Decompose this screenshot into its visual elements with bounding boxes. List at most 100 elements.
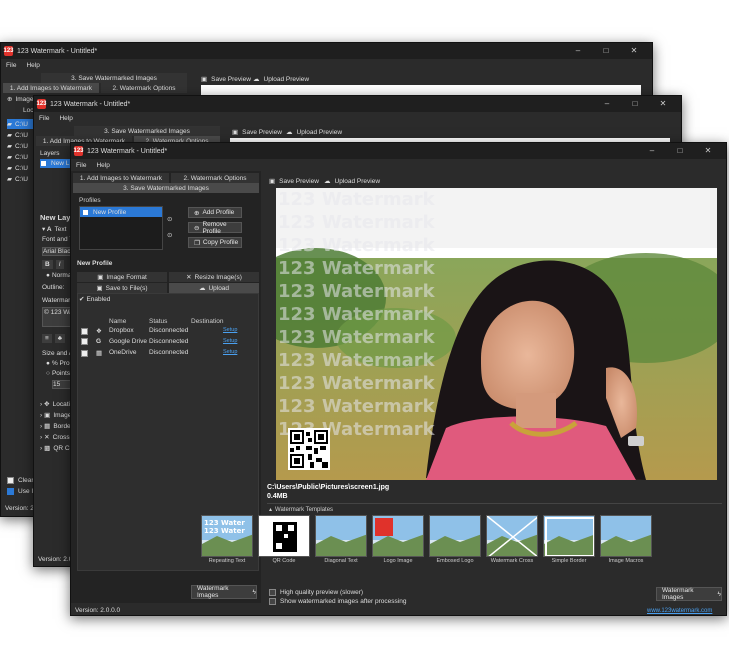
layer-item[interactable]: New L [40,159,74,168]
save-icon: ▣ [96,285,103,292]
section-move[interactable]: › ✥ Locati [40,400,70,409]
align-center-icon[interactable]: ♣ [54,334,66,343]
close-icon[interactable]: ✕ [694,143,722,159]
app-logo-icon: 123 [73,146,84,156]
divider [267,503,722,504]
menu-file[interactable]: File [34,115,54,122]
row-checkbox[interactable] [81,349,88,357]
tab-save[interactable]: 3. Save Watermarked Images [41,73,187,83]
watermark-images-button-2[interactable]: Watermark Images ϟ [656,587,722,601]
maximize-icon[interactable]: □ [592,43,620,59]
website-link[interactable]: www.123watermark.com [647,608,712,614]
radio-icon: ● [46,360,50,367]
menu-file[interactable]: File [71,162,91,169]
save-preview-button[interactable]: ▣ Save Preview [201,75,251,84]
menu-help[interactable]: Help [21,62,44,69]
font-select[interactable]: Arial Black [42,247,74,256]
template-thumbnail[interactable] [486,515,538,557]
italic-icon[interactable]: I [55,260,64,269]
save-preview-button[interactable]: ▣ Save Preview [232,128,282,137]
close-icon[interactable]: ✕ [649,96,677,112]
move-up-icon[interactable]: ⊙ [167,215,172,223]
menu-file[interactable]: File [1,62,21,69]
tab-options[interactable]: 2. Watermark Options [101,83,187,93]
maximize-icon[interactable]: □ [666,143,694,159]
row-checkbox[interactable] [81,338,88,345]
watermark-text: 123 Watermark [278,281,435,302]
tab-add[interactable]: 1. Add Images to Watermark [3,83,99,93]
add-profile-button[interactable]: ⊕ Add Profile [188,207,242,218]
profile-item[interactable]: New Profile [80,207,162,217]
move-down-icon[interactable]: ⊙ [167,231,172,239]
section-cross[interactable]: › ✕ Cross [40,433,70,442]
align-buttons[interactable]: ≡ ♣ [42,334,66,343]
menu-help[interactable]: Help [91,162,114,169]
watermark-text: 123 Watermark [278,327,435,348]
tab-options[interactable]: 2. Watermark Options [171,173,259,183]
template-thumbnail[interactable] [429,515,481,557]
tab-resize[interactable]: ✕ Resize Image(s) [169,272,259,282]
minimize-icon[interactable]: – [638,143,666,159]
template-thumbnail[interactable] [258,515,310,557]
template-thumbnail[interactable] [600,515,652,557]
bold-button[interactable]: BI [42,260,64,269]
tab-upload[interactable]: ☁ Upload [169,283,259,293]
size-stepper[interactable]: 15 [52,380,72,389]
photo-bracelet [628,436,644,446]
tab-image-format[interactable]: ▣ Image Format [77,272,167,282]
cell-name: Dropbox [109,327,134,334]
copy-profile-button[interactable]: ❐ Copy Profile [188,237,242,248]
template-label: Diagonal Text [324,558,358,564]
template-thumbnail[interactable] [372,515,424,557]
close-icon[interactable]: ✕ [620,43,648,59]
cloud-upload-icon: ☁ [198,285,206,292]
enabled-checkbox[interactable]: ✔ Enabled [79,295,110,304]
template-label: QR Code [272,558,296,564]
bold-icon: B [42,260,53,269]
border-icon: ▦ [44,423,51,430]
show-after-checkbox[interactable]: Show watermarked images after processing [269,598,406,605]
upload-preview-button[interactable]: ☁ Upload Preview [324,177,380,186]
hq-preview-checkbox[interactable]: High quality preview (slower) [269,589,363,596]
tab-save[interactable]: 3. Save Watermarked Images [74,126,220,136]
copy-icon: ❐ [194,239,200,247]
row-checkbox[interactable] [81,327,88,335]
svg-text:123 Water: 123 Water [204,519,245,527]
chevron-down-icon: ▴ [269,507,273,513]
tab-add[interactable]: 1. Add Images to Watermark [73,173,169,183]
qr-code-icon [288,428,330,470]
radio-icon: ● [46,272,50,279]
align-left-icon: ≡ [42,334,52,343]
section-qr[interactable]: › ▩ QR Co [40,444,73,453]
remove-profile-button[interactable]: ⊖ Remove Profile [188,221,242,235]
template-thumbnail[interactable]: 123 Water 123 Water [201,515,253,557]
dropbox-icon: ❖ [96,328,102,335]
watermark-images-button[interactable]: Watermark Images ϟ [191,585,257,599]
watermark-text-input[interactable]: © 123 Wate [42,307,78,327]
points-option[interactable]: ○ Points [46,370,70,377]
text-section[interactable]: ▾ A Text [42,225,66,234]
template-thumbnail[interactable] [315,515,367,557]
normal-option[interactable]: ● Normal [46,272,73,279]
save-preview-button[interactable]: ▣ Save Preview [269,177,319,186]
cell-name: OneDrive [109,349,137,356]
minimize-icon[interactable]: – [564,43,592,59]
setup-link[interactable]: Setup [223,327,237,333]
setup-link[interactable]: Setup [223,338,237,344]
maximize-icon[interactable]: □ [621,96,649,112]
template-thumbnail[interactable] [543,515,595,557]
resize-icon: ✕ [186,274,192,281]
tab-save-to-file[interactable]: ▣ Save to File(s) [77,283,167,293]
menu-help[interactable]: Help [54,115,77,122]
minimize-icon[interactable]: – [593,96,621,112]
section-border[interactable]: › ▦ Borde [40,422,71,431]
image-icon: ▰ [7,176,12,183]
upload-preview-button[interactable]: ☁ Upload Preview [286,128,342,137]
setup-link[interactable]: Setup [223,349,237,355]
upload-preview-button[interactable]: ☁ Upload Preview [253,75,309,84]
watermark-text: 123 Watermark [278,235,435,256]
window-title: 123 Watermark - Untitled* [87,147,168,155]
section-image[interactable]: › ▣ Image [40,411,71,420]
tab-save[interactable]: 3. Save Watermarked Images [73,183,259,193]
main-window: 123 123 Watermark - Untitled* – □ ✕ File… [70,142,727,616]
